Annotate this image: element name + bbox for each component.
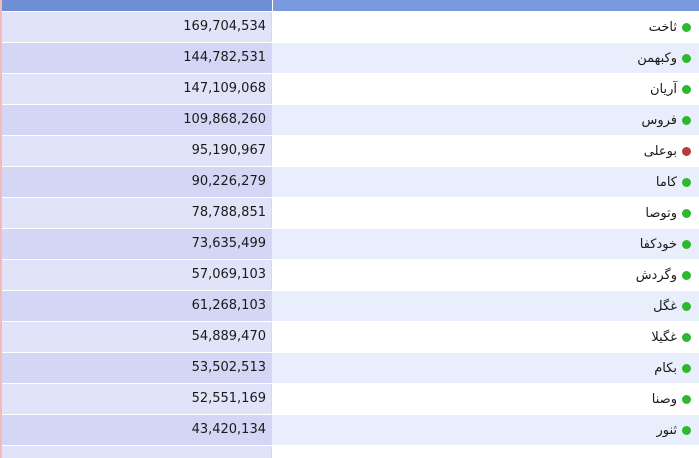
table-row[interactable]: 57,069,103 وگردش xyxy=(0,260,699,291)
symbol-cell[interactable]: کاما xyxy=(272,167,699,197)
status-up-icon xyxy=(682,394,691,404)
value-cell: 43,420,134 xyxy=(0,415,272,445)
value-cell: 52,551,169 xyxy=(0,384,272,414)
table-row[interactable]: 144,782,531 وکبهمن xyxy=(0,43,699,74)
symbol-name: غگل xyxy=(653,298,677,314)
symbol-name: وصنا xyxy=(651,391,677,407)
table-row[interactable]: 147,109,068 آریان xyxy=(0,74,699,105)
value-cell xyxy=(0,446,272,458)
symbol-cell[interactable]: فروس xyxy=(272,105,699,135)
status-up-icon xyxy=(682,115,691,125)
symbol-cell[interactable]: غگل xyxy=(272,291,699,321)
status-up-icon xyxy=(682,177,691,187)
table-row[interactable]: 52,551,169 وصنا xyxy=(0,384,699,415)
table-header xyxy=(0,0,699,11)
symbol-name: بوعلی xyxy=(643,143,677,159)
symbol-name: کاما xyxy=(655,174,677,190)
symbol-cell[interactable]: بوعلی xyxy=(272,136,699,166)
value-cell: 61,268,103 xyxy=(0,291,272,321)
table-row[interactable]: 169,704,534 ثاخت xyxy=(0,12,699,43)
table-row[interactable]: 61,268,103 غگل xyxy=(0,291,699,322)
value-cell: 73,635,499 xyxy=(0,229,272,259)
symbol-name: خودکفا xyxy=(639,236,677,252)
symbol-cell[interactable]: غگیلا xyxy=(272,322,699,352)
status-down-icon xyxy=(682,146,691,156)
value-cell: 109,868,260 xyxy=(0,105,272,135)
header-name-column[interactable] xyxy=(273,0,699,11)
status-up-icon xyxy=(682,270,691,280)
symbol-name: ثاخت xyxy=(648,19,677,35)
status-up-icon xyxy=(682,84,691,94)
status-up-icon xyxy=(682,363,691,373)
symbol-cell[interactable]: وصنا xyxy=(272,384,699,414)
symbol-name: فروس xyxy=(641,112,677,128)
value-cell: 54,889,470 xyxy=(0,322,272,352)
symbol-cell[interactable]: ثنور xyxy=(272,415,699,445)
table-row[interactable]: 43,420,134 ثنور xyxy=(0,415,699,446)
status-up-icon xyxy=(682,22,691,32)
header-value-column[interactable] xyxy=(0,0,273,11)
symbol-cell[interactable] xyxy=(272,446,699,458)
table-row[interactable]: 53,502,513 بکام xyxy=(0,353,699,384)
value-cell: 90,226,279 xyxy=(0,167,272,197)
table-row[interactable]: 95,190,967 بوعلی xyxy=(0,136,699,167)
value-cell: 53,502,513 xyxy=(0,353,272,383)
symbol-cell[interactable]: وگردش xyxy=(272,260,699,290)
status-up-icon xyxy=(682,301,691,311)
table-row[interactable]: 78,788,851 وتوصا xyxy=(0,198,699,229)
symbol-name: وگردش xyxy=(635,267,677,283)
symbol-name: وتوصا xyxy=(645,205,677,221)
table-row[interactable]: 54,889,470 غگیلا xyxy=(0,322,699,353)
symbol-cell[interactable]: وکبهمن xyxy=(272,43,699,73)
value-cell: 57,069,103 xyxy=(0,260,272,290)
status-up-icon xyxy=(682,425,691,435)
symbol-name: غگیلا xyxy=(651,329,677,345)
table-row[interactable]: 73,635,499 خودکفا xyxy=(0,229,699,260)
table-body: 169,704,534 ثاخت 144,782,531 وکبهمن 147,109,… xyxy=(0,12,699,458)
status-up-icon xyxy=(682,239,691,249)
value-cell: 169,704,534 xyxy=(0,12,272,42)
value-cell: 147,109,068 xyxy=(0,74,272,104)
table-row[interactable] xyxy=(0,446,699,458)
left-border xyxy=(0,0,2,458)
symbol-cell[interactable]: وتوصا xyxy=(272,198,699,228)
table-row[interactable]: 90,226,279 کاما xyxy=(0,167,699,198)
value-cell: 144,782,531 xyxy=(0,43,272,73)
status-up-icon xyxy=(682,208,691,218)
status-up-icon xyxy=(682,53,691,63)
status-up-icon xyxy=(682,332,691,342)
symbol-name: ثنور xyxy=(656,422,677,438)
symbol-cell[interactable]: آریان xyxy=(272,74,699,104)
table-row[interactable]: 109,868,260 فروس xyxy=(0,105,699,136)
symbol-cell[interactable]: خودکفا xyxy=(272,229,699,259)
symbol-cell[interactable]: ثاخت xyxy=(272,12,699,42)
symbol-name: وکبهمن xyxy=(637,50,677,66)
symbol-name: بکام xyxy=(654,360,677,376)
symbol-name: آریان xyxy=(649,81,677,97)
value-cell: 78,788,851 xyxy=(0,198,272,228)
symbol-cell[interactable]: بکام xyxy=(272,353,699,383)
value-cell: 95,190,967 xyxy=(0,136,272,166)
stock-table: 169,704,534 ثاخت 144,782,531 وکبهمن 147,109,… xyxy=(0,0,699,458)
